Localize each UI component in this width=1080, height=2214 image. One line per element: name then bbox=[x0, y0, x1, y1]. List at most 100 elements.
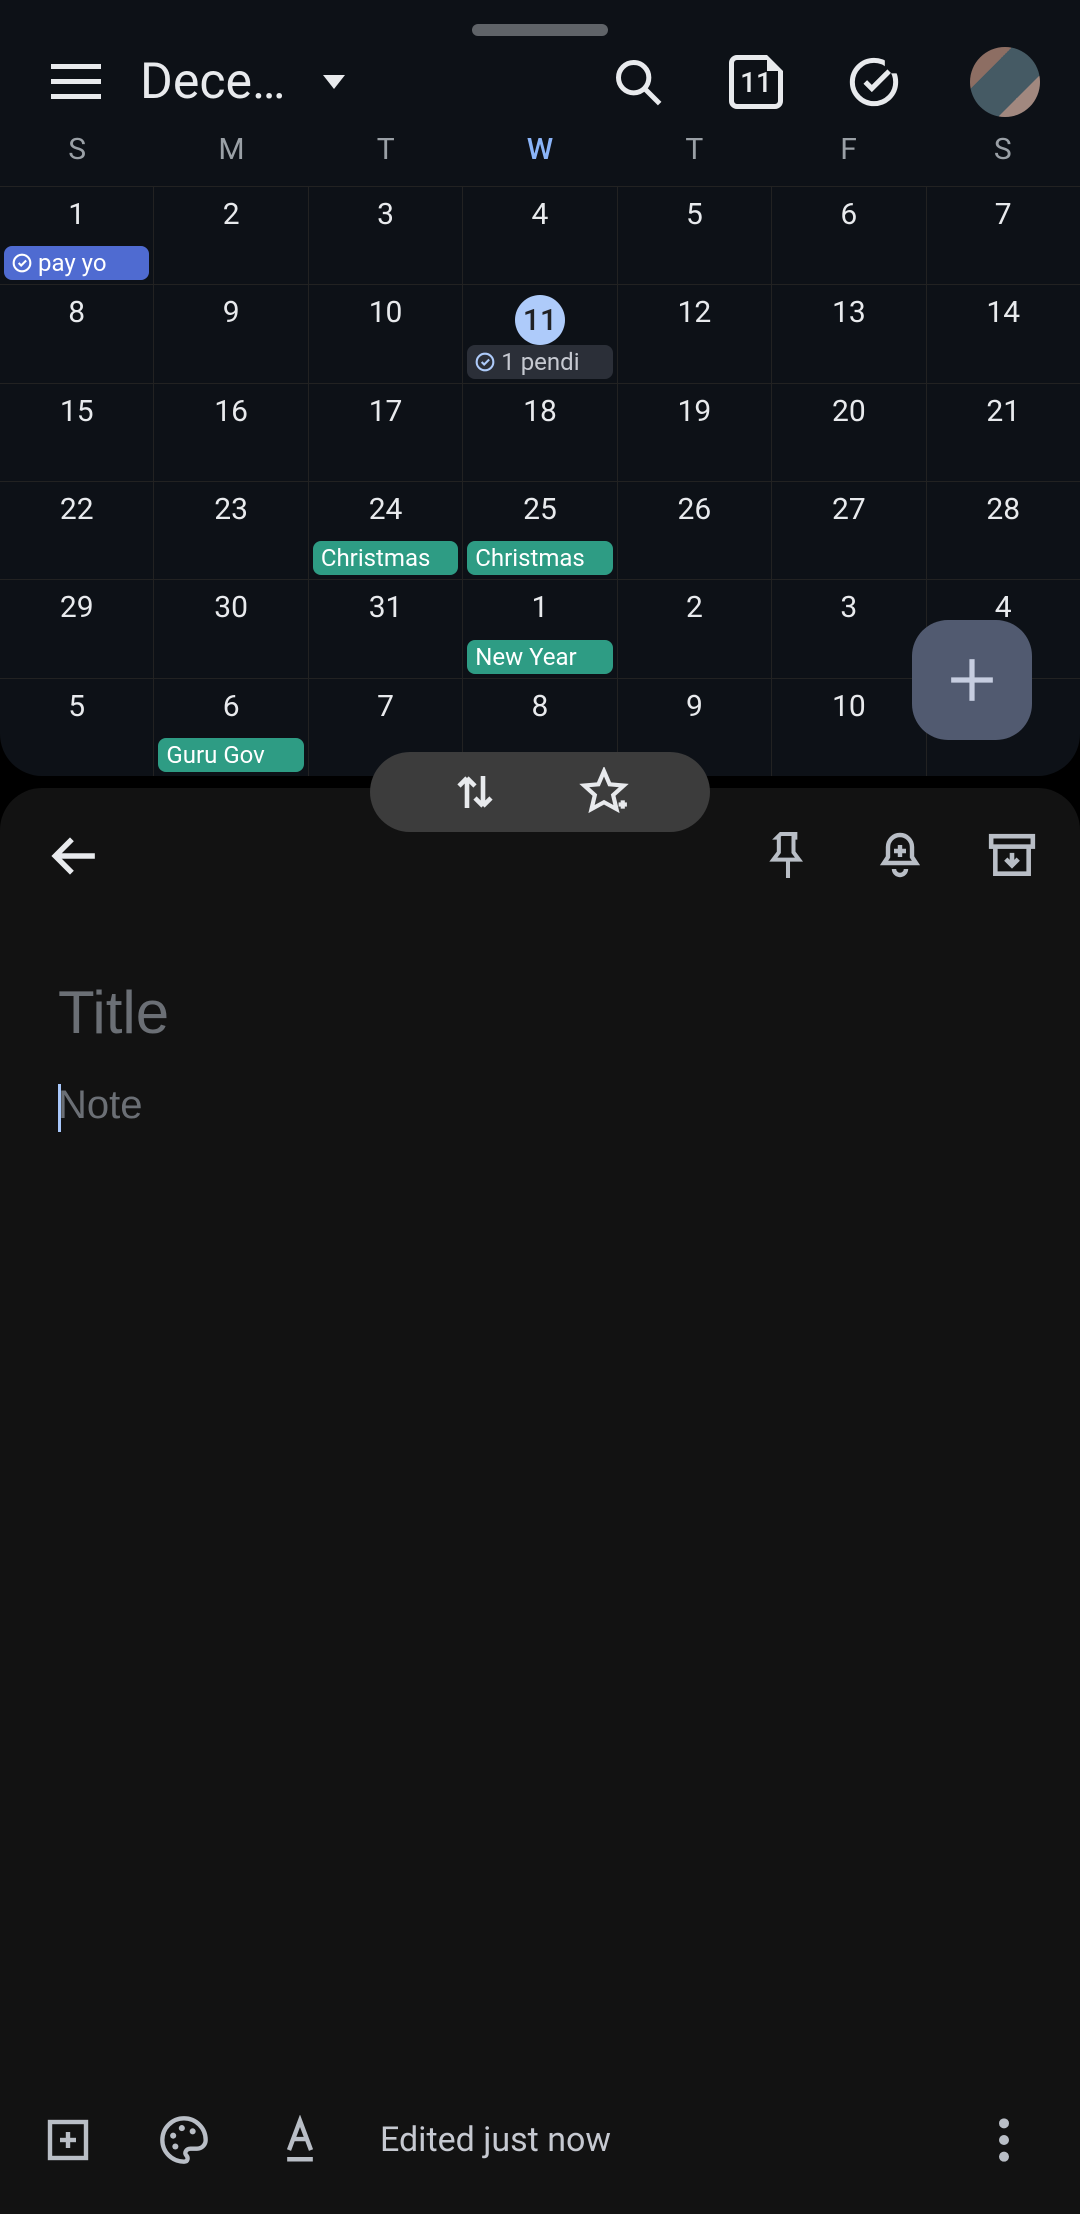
day-number: 9 bbox=[618, 689, 771, 724]
edited-timestamp: Edited just now bbox=[380, 2120, 611, 2160]
calendar-cell[interactable]: 3 bbox=[309, 187, 463, 284]
calendar-cell[interactable]: 2 bbox=[618, 580, 772, 677]
event-chip[interactable]: 1 pendi bbox=[467, 345, 612, 379]
day-number: 27 bbox=[772, 492, 925, 527]
calendar-cell[interactable]: 13 bbox=[772, 285, 926, 382]
calendar-cell[interactable]: 111 pendi bbox=[463, 285, 617, 382]
more-options-button[interactable] bbox=[976, 2112, 1032, 2168]
calendar-cell[interactable]: 18 bbox=[463, 384, 617, 481]
search-button[interactable] bbox=[608, 52, 668, 112]
arrow-left-icon bbox=[49, 831, 99, 881]
pin-icon bbox=[766, 830, 810, 882]
calendar-cell[interactable]: 23 bbox=[154, 482, 308, 579]
day-number: 18 bbox=[463, 394, 616, 429]
calendar-cell[interactable]: 26 bbox=[618, 482, 772, 579]
event-chip[interactable]: Christmas bbox=[467, 541, 612, 575]
star-add-icon bbox=[579, 767, 629, 817]
text-cursor bbox=[58, 1084, 61, 1132]
calendar-cell[interactable]: 8 bbox=[0, 285, 154, 382]
day-number: 3 bbox=[772, 590, 925, 625]
archive-button[interactable] bbox=[984, 828, 1040, 884]
calendar-cell[interactable]: 14 bbox=[927, 285, 1080, 382]
day-number: 8 bbox=[463, 689, 616, 724]
calendar-cell[interactable]: 7 bbox=[927, 187, 1080, 284]
note-body-input[interactable] bbox=[58, 1083, 1022, 1128]
calendar-cell[interactable]: 29 bbox=[0, 580, 154, 677]
day-number: 6 bbox=[154, 689, 307, 724]
note-title-input[interactable] bbox=[58, 978, 1022, 1047]
note-editor bbox=[58, 978, 1022, 1128]
calendar-cell[interactable]: 4 bbox=[463, 187, 617, 284]
day-number: 1 bbox=[463, 590, 616, 625]
event-chip[interactable]: New Year bbox=[467, 640, 612, 674]
add-content-button[interactable] bbox=[40, 2112, 96, 2168]
day-number: 2 bbox=[618, 590, 771, 625]
calendar-cell[interactable]: 15 bbox=[0, 384, 154, 481]
check-circle-icon bbox=[848, 56, 900, 108]
month-label: Dece… bbox=[140, 53, 285, 111]
calendar-cell[interactable]: 12 bbox=[618, 285, 772, 382]
hamburger-icon bbox=[51, 62, 101, 102]
day-number: 14 bbox=[927, 295, 1080, 330]
day-number: 4 bbox=[463, 197, 616, 232]
color-button[interactable] bbox=[156, 2112, 212, 2168]
day-number: 26 bbox=[618, 492, 771, 527]
calendar-cell[interactable]: 10 bbox=[309, 285, 463, 382]
today-button[interactable]: 11 bbox=[726, 52, 786, 112]
calendar-cell[interactable]: 9 bbox=[154, 285, 308, 382]
menu-button[interactable] bbox=[48, 54, 104, 110]
pin-button[interactable] bbox=[760, 828, 816, 884]
back-button[interactable] bbox=[44, 826, 104, 886]
calendar-cell[interactable]: 2 bbox=[154, 187, 308, 284]
favorite-split-button[interactable] bbox=[579, 767, 629, 817]
calendar-cell[interactable]: 6 Guru Gov bbox=[154, 679, 308, 776]
calendar-cell[interactable]: 1pay yo bbox=[0, 187, 154, 284]
calendar-cell[interactable]: 3 bbox=[772, 580, 926, 677]
plus-icon bbox=[947, 655, 997, 705]
calendar-cell[interactable]: 22 bbox=[0, 482, 154, 579]
calendar-cell[interactable]: 25Christmas bbox=[463, 482, 617, 579]
calendar-cell[interactable]: 10 bbox=[772, 679, 926, 776]
day-number: 10 bbox=[772, 689, 925, 724]
day-number: 13 bbox=[772, 295, 925, 330]
calendar-cell[interactable]: 17 bbox=[309, 384, 463, 481]
split-screen-toolbar bbox=[370, 752, 710, 832]
day-header: W bbox=[463, 132, 617, 184]
more-vert-icon bbox=[999, 2118, 1009, 2162]
text-format-button[interactable] bbox=[272, 2112, 328, 2168]
add-box-icon bbox=[44, 2116, 92, 2164]
calendar-cell[interactable]: 20 bbox=[772, 384, 926, 481]
calendar-cell[interactable]: 28 bbox=[927, 482, 1080, 579]
day-number: 9 bbox=[154, 295, 307, 330]
reminder-button[interactable] bbox=[872, 828, 928, 884]
day-header: T bbox=[309, 132, 463, 184]
calendar-cell[interactable]: 31 bbox=[309, 580, 463, 677]
calendar-cell[interactable]: 21 bbox=[927, 384, 1080, 481]
day-header: T bbox=[617, 132, 771, 184]
event-chip[interactable]: Christmas bbox=[313, 541, 458, 575]
calendar-cell[interactable]: 30 bbox=[154, 580, 308, 677]
profile-avatar[interactable] bbox=[970, 47, 1040, 117]
event-chip[interactable]: Guru Gov bbox=[158, 738, 303, 772]
calendar-cell[interactable]: 19 bbox=[618, 384, 772, 481]
calendar-cell[interactable]: 16 bbox=[154, 384, 308, 481]
calendar-cell[interactable]: 6 bbox=[772, 187, 926, 284]
create-event-fab[interactable] bbox=[912, 620, 1032, 740]
tasks-button[interactable] bbox=[844, 52, 904, 112]
search-icon bbox=[612, 56, 664, 108]
event-chip[interactable]: pay yo bbox=[4, 246, 149, 280]
calendar-cell[interactable]: 5 bbox=[0, 679, 154, 776]
calendar-cell[interactable]: 24Christmas bbox=[309, 482, 463, 579]
today-icon: 11 bbox=[729, 55, 783, 109]
month-dropdown[interactable]: Dece… bbox=[140, 54, 345, 110]
calendar-cell[interactable]: 1 New Year bbox=[463, 580, 617, 677]
day-number: 5 bbox=[0, 689, 153, 724]
day-number: 29 bbox=[0, 590, 153, 625]
calendar-row: 1pay yo234567 bbox=[0, 186, 1080, 284]
split-drag-handle[interactable] bbox=[472, 24, 608, 36]
swap-apps-button[interactable] bbox=[451, 768, 499, 816]
today-day-number: 11 bbox=[515, 295, 565, 345]
calendar-cell[interactable]: 27 bbox=[772, 482, 926, 579]
day-number: 30 bbox=[154, 590, 307, 625]
calendar-cell[interactable]: 5 bbox=[618, 187, 772, 284]
